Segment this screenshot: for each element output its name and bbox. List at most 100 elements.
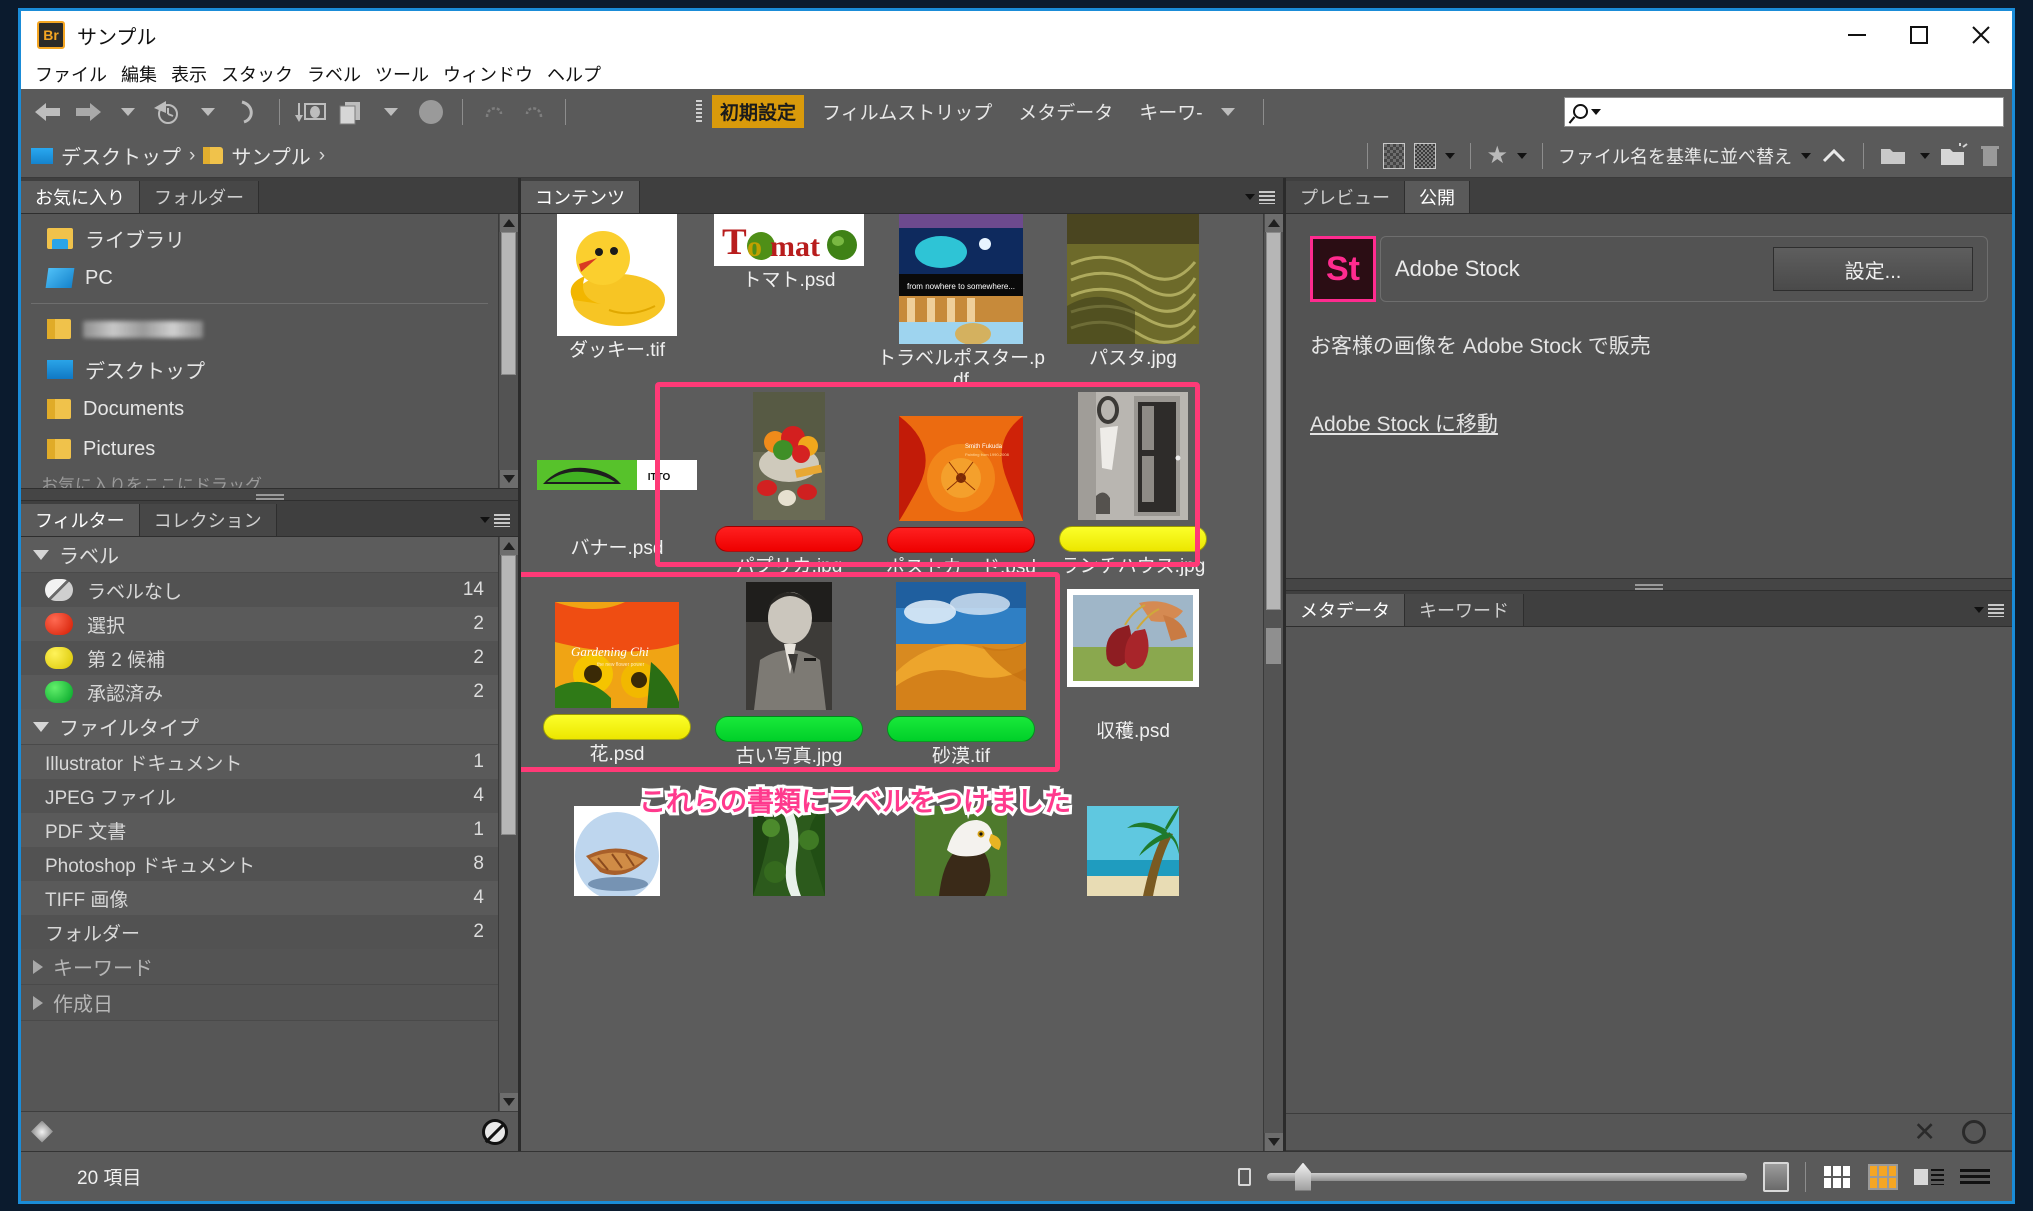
view-details-icon[interactable]	[1914, 1165, 1944, 1189]
thumbnail-cell[interactable]	[531, 806, 703, 896]
rotate-icon[interactable]	[229, 94, 267, 130]
filter-panel-menu-chevron-icon[interactable]	[480, 517, 490, 523]
tab-metadata[interactable]: メタデータ	[1286, 594, 1405, 626]
delete-trash-icon[interactable]	[1978, 143, 2002, 169]
filter-section-labels[interactable]: ラベル	[21, 537, 498, 573]
content-panel-menu-chevron-icon[interactable]	[1245, 194, 1255, 200]
filter-row-jpeg[interactable]: JPEG ファイル 4	[21, 779, 498, 813]
filter-row-illustrator[interactable]: Illustrator ドキュメント 1	[21, 745, 498, 779]
view-grid-lock-icon[interactable]	[1822, 1164, 1852, 1190]
left-panel-splitter[interactable]	[21, 488, 518, 501]
menu-item-view[interactable]: 表示	[171, 61, 207, 87]
favorites-scroll-thumb[interactable]	[501, 232, 516, 375]
favorite-item-pc[interactable]: PC	[21, 258, 498, 298]
workspace-grip[interactable]	[696, 99, 702, 124]
revert-history-icon[interactable]	[149, 94, 187, 130]
tab-preview[interactable]: プレビュー	[1286, 181, 1405, 213]
view-grid-icon[interactable]	[1868, 1163, 1898, 1190]
tab-collections[interactable]: コレクション	[139, 504, 277, 536]
workspace-dropdown-icon[interactable]	[1220, 107, 1235, 116]
menu-item-help[interactable]: ヘルプ	[547, 61, 601, 87]
favorite-item-pictures[interactable]: Pictures	[21, 429, 498, 469]
thumbnail-cell[interactable]	[703, 806, 875, 896]
filter-row-pdf[interactable]: PDF 文書 1	[21, 813, 498, 847]
menu-item-tools[interactable]: ツール	[375, 61, 429, 87]
filter-row-photoshop[interactable]: Photoshop ドキュメント 8	[21, 847, 498, 881]
filter-scrollbar[interactable]	[498, 537, 518, 1111]
recent-dropdown-icon[interactable]	[109, 94, 147, 130]
favorites-scroll-up-icon[interactable]	[499, 214, 518, 232]
workspace-keywords[interactable]: キーワ-	[1131, 95, 1210, 128]
content-panel-menu-icon[interactable]	[1259, 190, 1275, 204]
filter-section-filetypes[interactable]: ファイルタイプ	[21, 709, 498, 745]
maximize-icon[interactable]	[1888, 11, 1950, 59]
redo-icon[interactable]	[515, 94, 553, 130]
undo-icon[interactable]	[475, 94, 513, 130]
new-folder-icon[interactable]	[1939, 142, 1969, 169]
sort-dropdown-icon[interactable]	[1801, 152, 1811, 159]
workspace-filmstrip[interactable]: フィルムストリップ	[814, 95, 1000, 128]
right-panel-splitter[interactable]	[1286, 578, 2012, 591]
breadcrumb-sample[interactable]: サンプル	[203, 141, 311, 170]
open-recent-folder-icon[interactable]	[1879, 144, 1911, 168]
tab-content[interactable]: コンテンツ	[521, 181, 640, 213]
history-dropdown-icon[interactable]	[189, 94, 227, 130]
favorites-scrollbar[interactable]	[498, 214, 518, 488]
refine-copy-icon[interactable]	[332, 94, 370, 130]
filter-row-no-label[interactable]: ラベルなし 14	[21, 573, 498, 607]
thumbnail-smaller-icon[interactable]	[1238, 1167, 1251, 1186]
content-scroll-up-icon[interactable]	[1264, 214, 1283, 232]
menu-item-window[interactable]: ウィンドウ	[443, 61, 533, 87]
thumbnail-size-slider[interactable]	[1267, 1162, 1747, 1191]
thumbnail-size-handle[interactable]	[1295, 1162, 1311, 1191]
metadata-panel-menu-icon[interactable]	[1988, 603, 2004, 617]
filter-section-createdate[interactable]: 作成日	[21, 985, 498, 1021]
tab-publish[interactable]: 公開	[1405, 181, 1470, 213]
favorite-item-desktop[interactable]: デスクトップ	[21, 349, 498, 389]
content-scroll-thumb[interactable]	[1266, 232, 1281, 611]
filter-section-keywords[interactable]: キーワード	[21, 949, 498, 985]
close-icon[interactable]	[1950, 11, 2012, 59]
filter-panel-menu-icon[interactable]	[494, 513, 510, 527]
favorite-item-library[interactable]: ライブラリ	[21, 218, 498, 258]
metadata-cancel-icon[interactable]: ✕	[1913, 1118, 1936, 1146]
thumbnail-cell[interactable]	[1047, 806, 1219, 896]
workspace-default[interactable]: 初期設定	[712, 95, 805, 128]
content-scrollbar[interactable]	[1263, 214, 1283, 1151]
star-rating-icon[interactable]: ★	[1486, 143, 1508, 168]
tab-keywords[interactable]: キーワード	[1405, 594, 1524, 626]
filter-scroll-down-icon[interactable]	[499, 1093, 518, 1111]
forward-arrow-icon[interactable]	[69, 94, 107, 130]
search-scope-chevron-icon[interactable]	[1591, 108, 1601, 115]
filter-fade-icon[interactable]	[31, 1120, 53, 1143]
filter-scroll-up-icon[interactable]	[499, 537, 518, 555]
thumbnail-cell[interactable]: from nowhere to somewhere... トラベルポスター.pd…	[875, 214, 1047, 392]
filter-rejected-icon[interactable]	[1383, 142, 1406, 169]
settings-button[interactable]: 設定...	[1773, 247, 1973, 291]
favorites-scroll-down-icon[interactable]	[499, 470, 518, 488]
tab-folders[interactable]: フォルダー	[140, 181, 259, 213]
thumbnail-larger-icon[interactable]	[1763, 1161, 1789, 1192]
thumbnail-cell[interactable]	[875, 806, 1047, 896]
thumbnail-cell[interactable]: 収穫.psd	[1047, 589, 1219, 743]
tab-favorites[interactable]: お気に入り	[21, 181, 140, 213]
sort-label[interactable]: ファイル名を基準に並べ替え	[1558, 143, 1792, 169]
menu-item-label[interactable]: ラベル	[307, 61, 361, 87]
filter-dropdown-icon[interactable]	[1445, 152, 1456, 159]
filter-row-second-choice[interactable]: 第 2 候補 2	[21, 641, 498, 675]
metadata-panel-menu-chevron-icon[interactable]	[1974, 607, 1984, 613]
content-scroll-down-icon[interactable]	[1264, 1133, 1283, 1151]
go-to-adobe-stock-link[interactable]: Adobe Stock に移動	[1310, 408, 1498, 438]
menu-item-file[interactable]: ファイル	[35, 61, 107, 87]
favorite-item-user[interactable]	[21, 309, 498, 349]
tab-filter[interactable]: フィルター	[21, 504, 140, 536]
filter-row-folder[interactable]: フォルダー 2	[21, 915, 498, 949]
folder-dropdown-icon[interactable]	[1920, 152, 1930, 159]
filter-rating-icon[interactable]	[1414, 142, 1437, 169]
sort-ascending-icon[interactable]	[1820, 145, 1848, 167]
back-arrow-icon[interactable]	[29, 94, 67, 130]
filter-scroll-track[interactable]	[499, 555, 518, 1093]
favorites-scroll-track[interactable]	[499, 232, 518, 470]
thumbnail-cell[interactable]: パスタ.jpg	[1047, 214, 1219, 370]
filter-row-tiff[interactable]: TIFF 画像 4	[21, 881, 498, 915]
